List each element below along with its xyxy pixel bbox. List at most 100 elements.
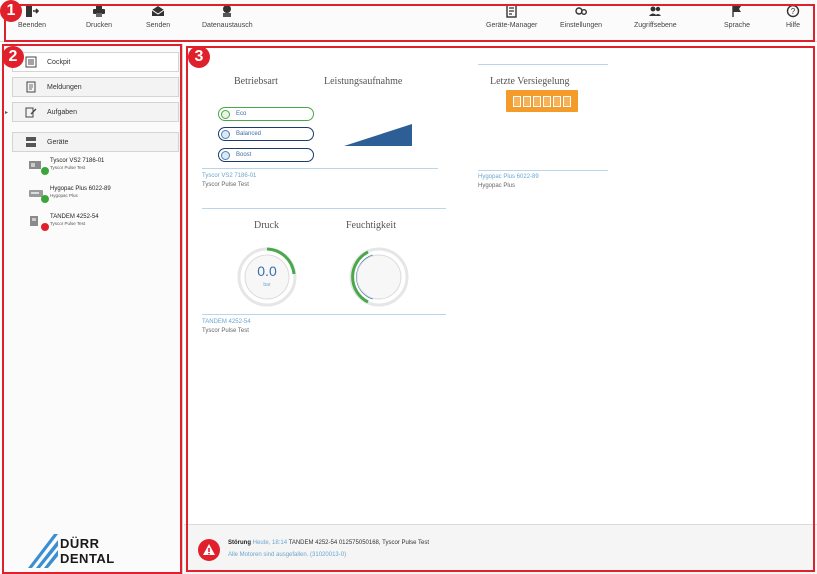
device-sub: Hygopac Plus (50, 193, 78, 198)
mode-eco-button[interactable]: Eco (218, 107, 314, 121)
warning-icon[interactable] (198, 539, 220, 561)
flag-icon (732, 5, 742, 17)
durr-dental-logo: DÜRR DENTAL (24, 528, 134, 572)
status-message[interactable]: Störung Heute, 18:14 TANDEM 4252-54 0125… (228, 540, 429, 546)
data-exchange-button[interactable]: Datenaustausch (202, 4, 253, 40)
device-name: Tyscor VS2 7186-01 (50, 158, 105, 164)
divider (202, 168, 438, 169)
status-error-icon (41, 223, 49, 231)
help-label: Hilfe (786, 22, 801, 29)
devices-icon (26, 137, 36, 147)
device-icon (28, 214, 49, 231)
exit-icon (26, 5, 40, 17)
language-button[interactable]: Sprache (724, 4, 750, 40)
mode-boost-button[interactable]: Boost (218, 148, 314, 162)
mode-eco-label: Eco (236, 111, 247, 117)
card1-device-sub: Tyscor Pulse Test (202, 182, 249, 188)
logo-line1: DÜRR (60, 536, 100, 551)
data-exchange-icon (223, 5, 232, 17)
seal-cell (533, 95, 541, 107)
nav-cockpit-label: Cockpit (47, 58, 71, 66)
nav-cockpit[interactable]: Cockpit (12, 52, 179, 72)
status-text: TANDEM 4252-54 012575050168, Tyscor Puls… (288, 540, 430, 546)
seal-cell (523, 95, 531, 107)
device-manager-label: Geräte-Manager (486, 22, 538, 29)
mode-boost-label: Boost (236, 152, 252, 158)
card2-device-link[interactable]: Hygopac Plus 6022-89 (478, 174, 539, 180)
humidity-heading: Feuchtigkeit (346, 220, 396, 231)
nav-tasks-label: Aufgaben (47, 108, 77, 116)
exit-button[interactable]: Beenden (18, 4, 46, 40)
nav-devices[interactable]: Geräte (12, 132, 179, 152)
pressure-value: 0.0 (257, 263, 277, 279)
exit-label: Beenden (18, 22, 47, 29)
print-button[interactable]: Drucken (86, 4, 112, 40)
radio-icon (221, 150, 230, 160)
seal-cell (563, 95, 571, 107)
messages-icon (26, 81, 36, 93)
device-icon (28, 186, 49, 203)
status-type: Störung (228, 540, 251, 546)
device-name: Hygopac Plus 6022-89 (50, 186, 111, 192)
radio-icon (221, 109, 230, 119)
logo-stripes-icon (28, 534, 58, 568)
card3-device-sub: Tyscor Pulse Test (202, 328, 249, 334)
tasks-icon (25, 107, 37, 118)
mode-balanced-button[interactable]: Balanced (218, 127, 314, 141)
divider (202, 208, 446, 209)
card3-device-link[interactable]: TANDEM 4252-54 (202, 319, 251, 325)
callout-badge-1: 1 (0, 0, 22, 22)
settings-button[interactable]: Einstellungen (560, 4, 602, 40)
help-button[interactable]: ? Hilfe (786, 4, 800, 40)
seal-counter (506, 90, 578, 112)
card1-device-link[interactable]: Tyscor VS2 7186-01 (202, 173, 256, 179)
status-ok-icon (41, 167, 49, 175)
envelope-icon (151, 6, 165, 16)
svg-text:?: ? (791, 7, 796, 16)
device-manager-button[interactable]: Geräte-Manager (486, 4, 537, 40)
printer-icon (93, 5, 106, 17)
help-icon: ? (786, 4, 800, 18)
settings-icon (575, 7, 588, 15)
device-sub: Tyscor Pulse Test (50, 165, 86, 170)
sidebar: Cockpit Meldungen ▸ Aufgaben Geräte Tysc… (0, 44, 183, 574)
expand-arrow-icon[interactable]: ▸ (5, 109, 8, 116)
humidity-gauge (349, 247, 409, 307)
status-ok-icon (41, 195, 49, 203)
callout-badge-2: 2 (2, 46, 24, 68)
device-sub: Tyscor Pulse Test (50, 221, 86, 226)
users-icon (649, 6, 662, 16)
access-level-button[interactable]: Zugriffsebene (634, 4, 677, 40)
toolbar: Beenden Drucken Senden Datenaustausch Ge… (0, 0, 817, 42)
radio-icon (221, 129, 230, 139)
divider (478, 170, 608, 171)
device-item-tyscor[interactable]: Tyscor VS2 7186-01 Tyscor Pulse Test (28, 158, 105, 175)
seal-cell (543, 95, 551, 107)
access-level-label: Zugriffsebene (634, 22, 677, 29)
cockpit-icon (25, 56, 37, 68)
pressure-heading: Druck (254, 220, 279, 231)
send-button[interactable]: Senden (146, 4, 170, 40)
device-item-hygopac[interactable]: Hygopac Plus 6022-89 Hygopac Plus (28, 186, 111, 203)
divider (478, 64, 608, 65)
device-icon (28, 158, 49, 175)
nav-devices-label: Geräte (47, 138, 69, 146)
status-detail[interactable]: Alle Motoren sind ausgefallen. (31020013… (228, 552, 346, 558)
seal-cell (513, 95, 521, 107)
pressure-unit: bar (263, 282, 271, 288)
device-item-tandem[interactable]: TANDEM 4252-54 Tyscor Pulse Test (28, 214, 99, 231)
power-ramp-graphic (344, 124, 412, 146)
status-bar: Störung Heute, 18:14 TANDEM 4252-54 0125… (184, 524, 817, 574)
last-seal-heading: Letzte Versiegelung (490, 76, 570, 87)
nav-messages-label: Meldungen (47, 83, 82, 91)
status-time: Heute, 18:14 (252, 540, 288, 546)
nav-messages[interactable]: Meldungen (12, 77, 179, 97)
send-label: Senden (146, 22, 171, 29)
language-label: Sprache (724, 22, 751, 29)
data-exchange-label: Datenaustausch (202, 22, 253, 29)
nav-tasks[interactable]: ▸ Aufgaben (5, 102, 179, 122)
cockpit-panel: Betriebsart Leistungsaufnahme Eco Balanc… (184, 44, 817, 522)
settings-label: Einstellungen (560, 22, 603, 29)
card2-device-sub: Hygopac Plus (478, 183, 516, 189)
divider (202, 314, 446, 315)
